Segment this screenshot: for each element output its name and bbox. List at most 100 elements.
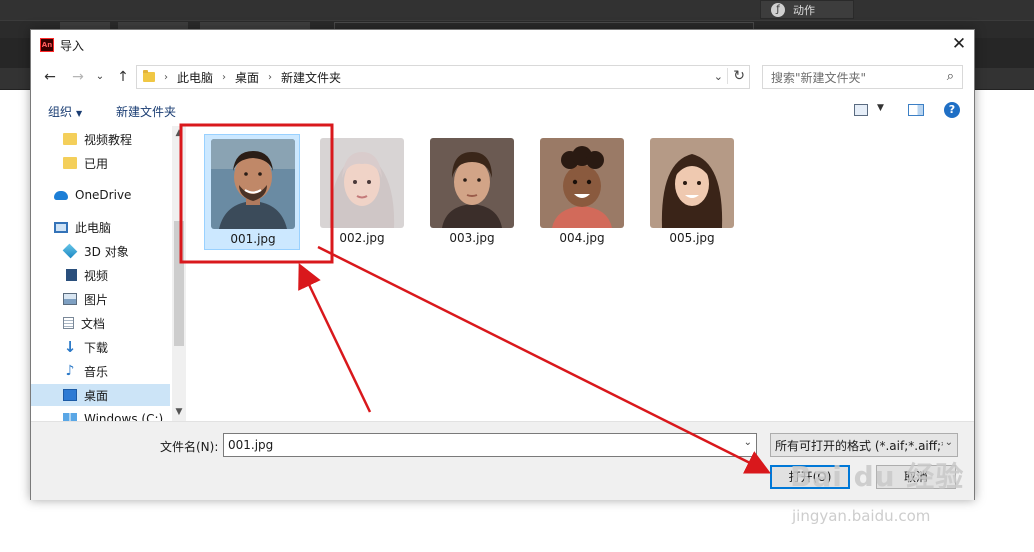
sidebar-item-3d-objects[interactable]: 3D 对象: [31, 240, 170, 262]
file-item[interactable]: 001.jpg: [204, 134, 300, 250]
up-icon[interactable]: ↑: [114, 68, 132, 86]
sidebar-item-label: Windows (C:): [84, 412, 164, 421]
dialog-titlebar: An 导入 ✕: [31, 30, 974, 60]
search-placeholder: 搜索"新建文件夹": [771, 70, 867, 85]
documents-icon: [63, 317, 74, 329]
breadcrumb-separator[interactable]: ›: [222, 72, 226, 83]
sidebar-item-label: 音乐: [84, 364, 109, 379]
search-icon[interactable]: ⌕: [947, 69, 954, 84]
file-item[interactable]: 004.jpg: [534, 134, 630, 250]
sidebar-item-label: 3D 对象: [84, 244, 129, 259]
sidebar-item-video-tutorials[interactable]: 视频教程: [31, 128, 170, 150]
sidebar-item-music[interactable]: ♪ 音乐: [31, 360, 170, 382]
actions-panel-tab[interactable]: ƒ 动作: [760, 0, 854, 19]
filetype-select[interactable]: 所有可打开的格式 (*.aif;*.aiff;* ⌄: [770, 433, 958, 457]
sidebar-item-label: 文档: [81, 316, 106, 331]
chevron-down-icon: ▼: [76, 109, 83, 118]
filename-value: 001.jpg: [228, 438, 274, 452]
image-thumbnail: [430, 138, 514, 228]
import-dialog: An 导入 ✕ ← → ⌄ ↑ › 此电脑 › 桌面 › 新建文件夹 ⌄ ↻ 搜…: [30, 29, 975, 500]
preview-pane-icon[interactable]: [908, 104, 924, 116]
filetype-value: 所有可打开的格式 (*.aif;*.aiff;*: [775, 438, 948, 453]
image-thumbnail: [320, 138, 404, 228]
breadcrumb-separator[interactable]: ›: [164, 72, 168, 83]
dialog-title: 导入: [60, 39, 85, 53]
file-list: 001.jpg 002.jpg 003.jpg 004.jpg 005.jpg: [188, 126, 974, 421]
address-bar[interactable]: › 此电脑 › 桌面 › 新建文件夹 ⌄ ↻: [136, 65, 750, 89]
music-icon: ♪: [65, 363, 75, 379]
sidebar-item-pictures[interactable]: 图片: [31, 288, 170, 310]
breadcrumb-this-pc[interactable]: 此电脑: [177, 69, 213, 86]
filename-input[interactable]: 001.jpg ⌄: [223, 433, 757, 457]
baidu-watermark-url: jingyan.baidu.com: [792, 507, 931, 525]
sidebar-item-label: 视频教程: [84, 132, 133, 147]
image-thumbnail: [211, 139, 295, 229]
sidebar-item-label: 视频: [84, 268, 109, 283]
file-item[interactable]: 002.jpg: [314, 134, 410, 250]
file-item[interactable]: 003.jpg: [424, 134, 520, 250]
sidebar-item-documents[interactable]: 文档: [31, 312, 170, 334]
sidebar-item-desktop[interactable]: 桌面: [31, 384, 170, 406]
file-name: 004.jpg: [559, 231, 605, 245]
address-history-dropdown-icon[interactable]: ⌄: [714, 70, 723, 83]
sidebar-item-label: 图片: [84, 292, 109, 307]
navigation-bar: ← → ⌄ ↑ › 此电脑 › 桌面 › 新建文件夹 ⌄ ↻ 搜索"新建文件夹"…: [31, 63, 974, 91]
animate-logo-icon: An: [40, 38, 54, 52]
sidebar-item-label: 已用: [84, 156, 109, 171]
sidebar-scrollbar[interactable]: ▲ ▼: [172, 126, 186, 421]
breadcrumb-new-folder[interactable]: 新建文件夹: [281, 69, 341, 86]
sidebar-item-this-pc[interactable]: 此电脑: [31, 216, 170, 238]
scroll-up-icon[interactable]: ▲: [172, 128, 186, 140]
pc-icon: [54, 221, 68, 233]
chevron-down-icon[interactable]: ⌄: [942, 437, 953, 448]
sidebar-item-videos[interactable]: 视频: [31, 264, 170, 286]
sidebar-item-onedrive[interactable]: OneDrive: [31, 184, 170, 206]
actions-panel-label: 动作: [793, 3, 815, 17]
folder-icon: [63, 133, 77, 145]
forward-icon[interactable]: →: [69, 68, 87, 86]
refresh-icon[interactable]: ↻: [727, 68, 745, 84]
scrollbar-thumb[interactable]: [174, 221, 184, 346]
command-bar: 组织 ▼ 新建文件夹 ▼ ?: [31, 97, 974, 125]
folder-icon: [63, 157, 77, 169]
search-input[interactable]: 搜索"新建文件夹" ⌕: [762, 65, 963, 89]
image-thumbnail: [650, 138, 734, 228]
desktop-icon: [63, 389, 77, 401]
sidebar-item-used[interactable]: 已用: [31, 152, 170, 174]
folder-icon: [143, 70, 155, 82]
new-folder-button[interactable]: 新建文件夹: [116, 103, 176, 120]
downloads-icon: ↓: [63, 338, 77, 356]
scroll-down-icon[interactable]: ▼: [172, 407, 186, 419]
actions-icon: ƒ: [771, 2, 785, 17]
breadcrumb-separator[interactable]: ›: [268, 72, 272, 83]
sidebar-item-windows-c[interactable]: Windows (C:): [31, 408, 170, 421]
navigation-pane: 视频教程 已用 OneDrive 此电脑 3D 对象 视频 图片 文档 ↓ 下载…: [31, 126, 186, 421]
sidebar-item-label: 桌面: [84, 388, 109, 403]
onedrive-icon: [54, 190, 68, 200]
back-icon[interactable]: ←: [41, 68, 59, 86]
sidebar-item-label: 下载: [84, 340, 109, 355]
file-name: 002.jpg: [339, 231, 385, 245]
video-icon: [63, 269, 77, 281]
view-options-dropdown-icon[interactable]: ▼: [877, 103, 884, 113]
chevron-down-icon[interactable]: ⌄: [744, 437, 752, 448]
drive-icon: [63, 413, 77, 421]
image-thumbnail: [540, 138, 624, 228]
organize-label: 组织: [48, 105, 73, 119]
pictures-icon: [63, 293, 77, 305]
close-button[interactable]: ✕: [944, 30, 974, 60]
file-name: 001.jpg: [230, 232, 276, 246]
recent-locations-dropdown-icon[interactable]: ⌄: [91, 68, 109, 86]
3d-objects-icon: [62, 243, 78, 259]
change-view-icon[interactable]: [854, 104, 868, 116]
app-menubar: [0, 0, 1034, 20]
sidebar-item-label: OneDrive: [75, 188, 132, 202]
file-item[interactable]: 005.jpg: [644, 134, 740, 250]
sidebar-item-downloads[interactable]: ↓ 下载: [31, 336, 170, 358]
help-icon[interactable]: ?: [944, 102, 960, 118]
filename-label: 文件名(N):: [160, 440, 219, 454]
baidu-watermark: Bai du 经验: [790, 460, 965, 493]
file-name: 005.jpg: [669, 231, 715, 245]
breadcrumb-desktop[interactable]: 桌面: [235, 69, 259, 86]
organize-button[interactable]: 组织 ▼: [48, 103, 82, 120]
